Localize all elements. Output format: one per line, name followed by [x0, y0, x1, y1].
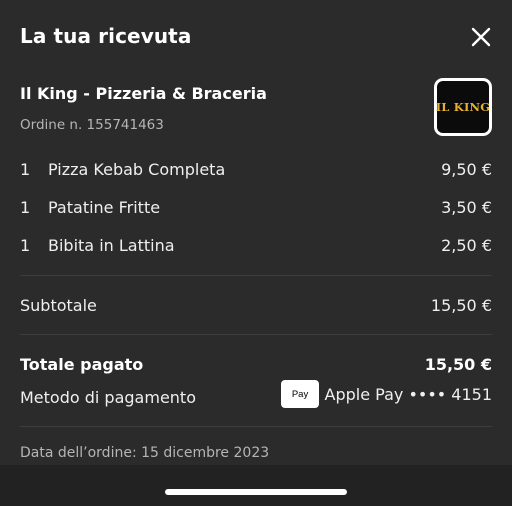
- order-number: Ordine n. 155741463: [20, 117, 164, 133]
- page-title: La tua ricevuta: [20, 24, 192, 48]
- header: La tua ricevuta: [20, 22, 492, 56]
- logo-text: IL KING: [435, 100, 491, 114]
- divider: [20, 275, 492, 276]
- order-date: Data dell’ordine: 15 dicembre 2023: [20, 445, 270, 461]
- item-quantity: 1: [20, 160, 31, 179]
- item-quantity: 1: [20, 198, 31, 217]
- bottom-bar: [0, 465, 512, 506]
- restaurant-logo: IL KING: [434, 78, 492, 136]
- item-price: 2,50 €: [441, 236, 492, 255]
- apple-pay-badge: Pay: [280, 380, 319, 408]
- list-item: 1 Bibita in Lattina 2,50 €: [20, 228, 492, 266]
- item-quantity: 1: [20, 236, 31, 255]
- restaurant-name: Il King - Pizzeria & Braceria: [20, 84, 267, 103]
- list-item: 1 Pizza Kebab Completa 9,50 €: [20, 152, 492, 190]
- payment-method: Pay Apple Pay •••• 4151: [280, 380, 492, 408]
- item-price: 3,50 €: [441, 198, 492, 217]
- item-name: Bibita in Lattina: [48, 236, 175, 255]
- subtotal-value: 15,50 €: [430, 296, 492, 315]
- close-icon: [471, 27, 491, 47]
- list-item: 1 Patatine Fritte 3,50 €: [20, 190, 492, 228]
- item-name: Patatine Fritte: [48, 198, 161, 217]
- order-items: 1 Pizza Kebab Completa 9,50 € 1 Patatine…: [20, 152, 492, 266]
- item-name: Pizza Kebab Completa: [48, 160, 226, 179]
- divider: [20, 426, 492, 427]
- payment-method-text: Apple Pay •••• 4151: [324, 384, 492, 404]
- payment-label: Metodo di pagamento: [20, 388, 196, 407]
- divider: [20, 334, 492, 335]
- total-label: Totale pagato: [20, 355, 144, 374]
- close-button[interactable]: [470, 26, 492, 48]
- total-value: 15,50 €: [424, 355, 492, 374]
- subtotal-label: Subtotale: [20, 296, 97, 315]
- restaurant-info: Il King - Pizzeria & Braceria Ordine n. …: [20, 78, 492, 138]
- item-price: 9,50 €: [441, 160, 492, 179]
- home-indicator[interactable]: [165, 489, 347, 495]
- apple-pay-badge-text: Pay: [291, 388, 309, 400]
- receipt-sheet: La tua ricevuta Il King - Pizzeria & Bra…: [0, 0, 512, 506]
